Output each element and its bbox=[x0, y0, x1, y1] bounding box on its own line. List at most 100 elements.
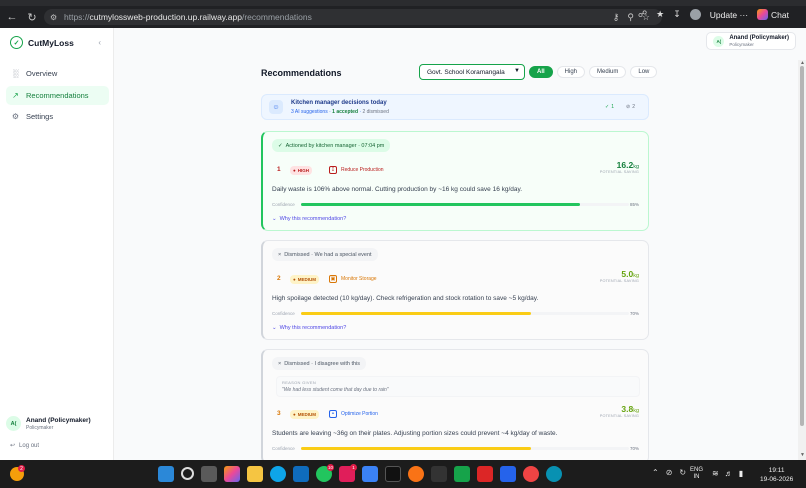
back-icon[interactable]: ← bbox=[5, 10, 19, 24]
rank-number: 1 bbox=[277, 166, 281, 173]
site-info-icon[interactable]: ⚙ bbox=[50, 13, 59, 22]
filter-medium[interactable]: Medium bbox=[589, 66, 627, 78]
reason-box: REASON GIVEN "We had less student come t… bbox=[276, 376, 640, 397]
logout-button[interactable]: ↩ Log out bbox=[10, 442, 39, 450]
notepad-icon[interactable] bbox=[362, 466, 378, 482]
status-badge: × Dismissed · We had a special event bbox=[272, 248, 378, 261]
filter-all[interactable]: All bbox=[529, 66, 553, 78]
recommendation-text: High spoilage detected (10 kg/day). Chec… bbox=[272, 295, 539, 302]
slack-icon[interactable]: 1 bbox=[339, 464, 357, 482]
priority-badge: ● HIGH bbox=[290, 166, 312, 175]
start-icon[interactable] bbox=[158, 466, 174, 482]
network-icon[interactable]: ↻ bbox=[679, 468, 686, 477]
sidebar-item-overview[interactable]: ░ Overview bbox=[6, 64, 109, 83]
status-badge: ✓ Actioned by kitchen manager · 07:04 pm bbox=[272, 139, 391, 152]
tray-chevron-icon[interactable]: ⌃ bbox=[652, 468, 659, 477]
collapse-sidebar-icon[interactable]: ‹ bbox=[98, 38, 101, 47]
confidence-fill bbox=[301, 203, 580, 206]
whatsapp-icon[interactable]: 10 bbox=[316, 464, 334, 482]
why-recommendation-link[interactable]: ⌄ Why this recommendation? bbox=[272, 216, 346, 222]
chevron-down-icon: ▼ bbox=[514, 68, 520, 74]
priority-filters: All High Medium Low bbox=[529, 66, 658, 78]
download-icon[interactable]: ↧ bbox=[673, 9, 681, 20]
outlook-icon[interactable] bbox=[293, 466, 309, 482]
why-recommendation-link[interactable]: ⌄ Why this recommendation? bbox=[272, 325, 346, 331]
task-view-icon[interactable] bbox=[201, 466, 217, 482]
key-icon[interactable]: ⚷ bbox=[613, 12, 620, 23]
chrome-icon[interactable] bbox=[523, 466, 539, 482]
tab-strip bbox=[0, 0, 806, 6]
action-label: ◓ Optimize Portion bbox=[329, 410, 378, 418]
excel-icon[interactable] bbox=[454, 466, 470, 482]
filter-high[interactable]: High bbox=[556, 66, 586, 78]
url-text: https://cutmylossweb-production.up.railw… bbox=[64, 12, 312, 22]
status-badge: × Dismissed · I disagree with this bbox=[272, 357, 367, 370]
clock[interactable]: 19:11 19-06-2026 bbox=[760, 466, 793, 484]
extensions-icon[interactable]: ☍ bbox=[638, 9, 647, 20]
scroll-up-icon[interactable]: ▲ bbox=[800, 60, 805, 66]
summary-stats: 3 AI suggestions · 1 accepted · 2 dismis… bbox=[291, 109, 389, 115]
confidence-label: Confidence bbox=[272, 311, 295, 316]
taskbar-apps: 10 1 bbox=[158, 464, 562, 482]
decisions-summary: ☺ Kitchen manager decisions today 3 AI s… bbox=[261, 94, 649, 120]
mute-icon[interactable]: ⊘ bbox=[666, 468, 673, 477]
confidence-value: 85% bbox=[629, 202, 639, 207]
action-label: ▣ Monitor Storage bbox=[329, 275, 377, 283]
topbar-user[interactable]: A( Anand (Policymaker) Policymaker bbox=[706, 32, 796, 50]
capcut-icon[interactable] bbox=[385, 466, 401, 482]
vscode-icon[interactable] bbox=[500, 466, 516, 482]
bar-chart-icon: ░ bbox=[12, 69, 19, 78]
chat-button[interactable]: Chat bbox=[757, 9, 789, 20]
edge-icon[interactable] bbox=[270, 466, 286, 482]
copilot-icon bbox=[757, 9, 769, 20]
school-select-value: Govt. School Koramangala bbox=[427, 68, 505, 76]
trending-up-icon: ↗ bbox=[12, 90, 19, 100]
favorites-icon[interactable]: ★ bbox=[656, 9, 664, 20]
volume-icon: ♬ bbox=[724, 469, 733, 478]
brand[interactable]: ✓ CutMyLoss bbox=[10, 36, 74, 49]
sidebar-item-settings[interactable]: ⚙ Settings bbox=[6, 107, 109, 126]
browser-chrome: ← ↻ ⚙ https://cutmylossweb-production.up… bbox=[0, 0, 806, 28]
scrollbar-thumb[interactable] bbox=[800, 66, 804, 426]
profile-avatar[interactable] bbox=[689, 9, 701, 20]
potential-saving: 16.2kg POTENTIAL SAVING bbox=[599, 160, 639, 174]
copilot-icon[interactable] bbox=[224, 466, 240, 482]
accepted-count-badge: ✓ 1 bbox=[605, 104, 614, 110]
reason-text: "We had less student come that day due t… bbox=[282, 387, 389, 393]
potential-saving: 3.8kg POTENTIAL SAVING bbox=[599, 404, 639, 418]
zoom-icon[interactable]: ⚲ bbox=[627, 12, 634, 23]
dismissed-count-badge: ⊘ 2 bbox=[626, 104, 635, 110]
quick-settings[interactable]: ≋ ♬ ▮ bbox=[712, 469, 743, 478]
rank-number: 3 bbox=[277, 410, 281, 417]
sidebar-item-recommendations[interactable]: ↗ Recommendations bbox=[6, 85, 109, 105]
terminal-icon[interactable] bbox=[431, 466, 447, 482]
search-icon[interactable] bbox=[181, 467, 194, 480]
recommendation-card: × Dismissed · We had a special event 2 ● M… bbox=[261, 240, 649, 340]
confidence-value: 70% bbox=[629, 311, 639, 316]
x-icon: × bbox=[278, 360, 282, 367]
language-indicator[interactable]: ENG IN bbox=[690, 467, 703, 481]
school-select[interactable]: Govt. School Koramangala ▼ bbox=[419, 64, 525, 80]
globe-icon[interactable] bbox=[546, 466, 562, 482]
sidebar-item-label: Recommendations bbox=[26, 90, 89, 100]
reason-label: REASON GIVEN bbox=[282, 380, 317, 385]
scroll-down-icon[interactable]: ▼ bbox=[800, 452, 805, 458]
storage-box-icon: ▣ bbox=[329, 275, 337, 283]
update-button[interactable]: Update ··· bbox=[710, 10, 748, 20]
battery-icon: ▮ bbox=[738, 469, 744, 478]
file-explorer-icon[interactable] bbox=[247, 466, 263, 482]
rank-number: 2 bbox=[277, 275, 281, 282]
chevron-down-icon: ⌄ bbox=[272, 325, 277, 331]
confidence-label: Confidence bbox=[272, 202, 295, 207]
filter-low[interactable]: Low bbox=[630, 66, 658, 78]
action-label: ↧ Reduce Production bbox=[329, 166, 384, 174]
sidebar-user: A( Anand (Policymaker) Policymaker bbox=[6, 416, 91, 431]
brand-name: CutMyLoss bbox=[28, 37, 74, 48]
reload-icon[interactable]: ↻ bbox=[25, 10, 39, 24]
system-tray: ⌃ ⊘ ↻ bbox=[652, 468, 686, 477]
page-title: Recommendations bbox=[261, 68, 342, 78]
address-bar[interactable]: ⚙ https://cutmylossweb-production.up.rai… bbox=[44, 9, 662, 25]
pdf-icon[interactable] bbox=[477, 466, 493, 482]
claude-icon[interactable] bbox=[408, 466, 424, 482]
confidence-bar bbox=[301, 312, 629, 315]
